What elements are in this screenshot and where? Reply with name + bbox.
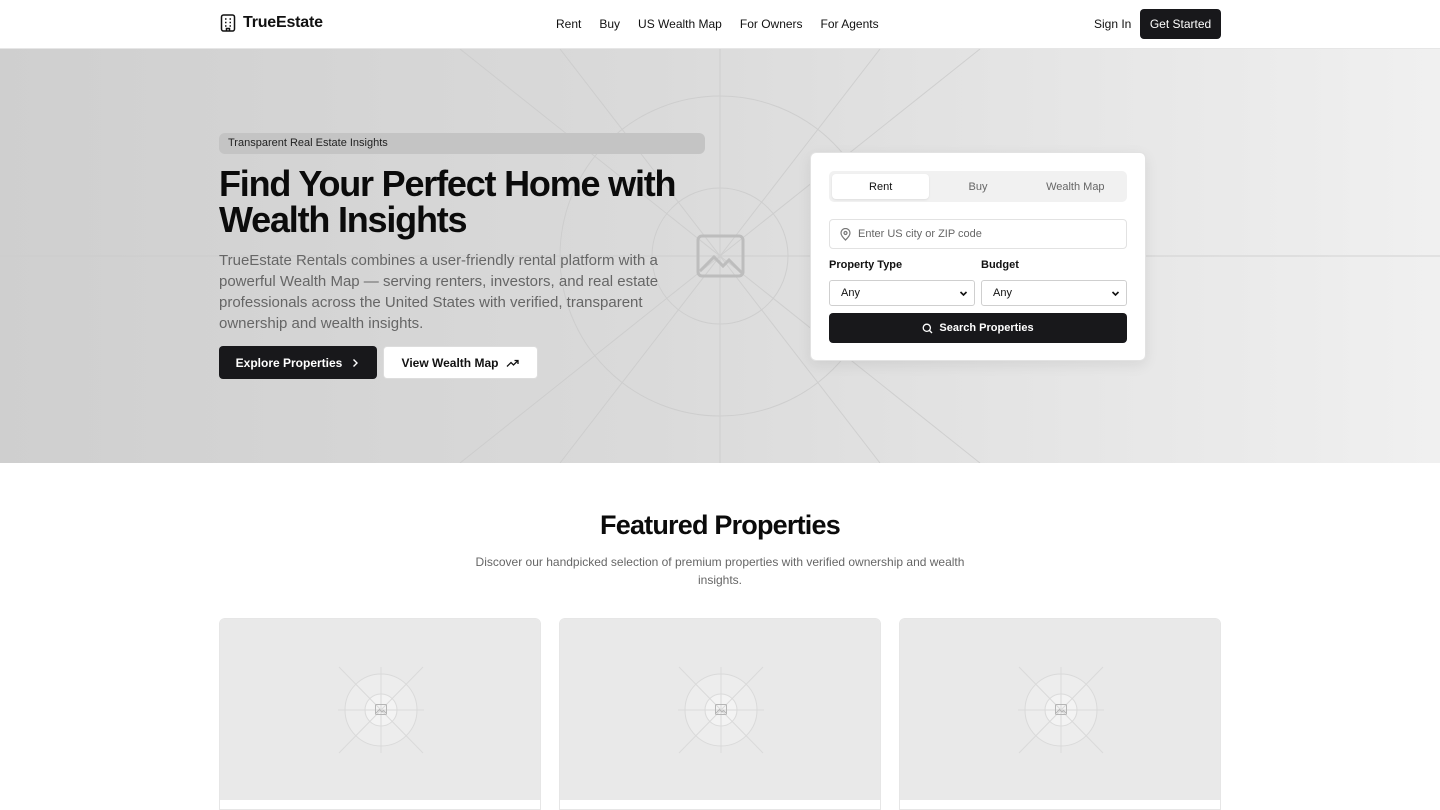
nav-us-wealth-map[interactable]: US Wealth Map [638, 17, 722, 31]
budget-select[interactable]: Any [981, 280, 1127, 306]
get-started-button[interactable]: Get Started [1140, 9, 1221, 39]
nav-for-owners[interactable]: For Owners [740, 17, 803, 31]
view-wealth-map-button[interactable]: View Wealth Map [383, 346, 538, 379]
property-card[interactable] [559, 618, 881, 810]
property-card[interactable] [219, 618, 541, 810]
explore-properties-button[interactable]: Explore Properties [219, 346, 377, 379]
property-type-label: Property Type [829, 259, 903, 271]
hero-title: Find Your Perfect Home with Wealth Insig… [219, 163, 677, 240]
hero-background-image [0, 49, 1440, 463]
tab-rent[interactable]: Rent [832, 174, 930, 199]
property-image-placeholder [560, 619, 880, 800]
property-search-card: Rent Buy Wealth Map Property Type Budget… [810, 152, 1146, 361]
chevron-right-icon [353, 358, 359, 367]
main-nav: Rent Buy US Wealth Map For Owners For Ag… [556, 17, 879, 31]
search-properties-button[interactable]: Search Properties [829, 313, 1127, 343]
hero-badge: Transparent Real Estate Insights [219, 133, 705, 154]
property-card[interactable] [899, 618, 1221, 810]
property-image-placeholder [900, 619, 1220, 800]
tab-wealth-map[interactable]: Wealth Map [1027, 174, 1124, 199]
search-tabs: Rent Buy Wealth Map [829, 171, 1127, 202]
site-header: TrueEstate Rent Buy US Wealth Map For Ow… [0, 0, 1440, 49]
budget-label: Budget [981, 259, 1019, 271]
tab-buy[interactable]: Buy [929, 174, 1026, 199]
property-image-placeholder [220, 619, 540, 800]
nav-rent[interactable]: Rent [556, 17, 581, 31]
property-type-select[interactable]: Any [829, 280, 975, 306]
search-icon [922, 323, 933, 333]
nav-for-agents[interactable]: For Agents [821, 17, 879, 31]
brand-name: TrueEstate [243, 14, 323, 31]
explore-button-label: Explore Properties [235, 355, 343, 370]
location-field[interactable] [829, 219, 1127, 249]
search-button-label: Search Properties [939, 322, 1034, 334]
chevron-down-icon [1111, 290, 1120, 296]
logo[interactable]: TrueEstate [220, 14, 323, 32]
featured-description: Discover our handpicked selection of pre… [475, 555, 965, 587]
hero-description: TrueEstate Rentals combines a user-frien… [219, 252, 659, 332]
location-input[interactable] [858, 228, 1118, 240]
budget-value: Any [993, 287, 1012, 299]
building-icon [220, 14, 236, 32]
chevron-down-icon [959, 290, 968, 296]
trending-up-icon [506, 359, 520, 367]
sign-in-link[interactable]: Sign In [1094, 17, 1131, 31]
featured-title: Featured Properties [600, 510, 841, 540]
hero-section: Transparent Real Estate Insights Find Yo… [0, 49, 1440, 463]
map-pin-icon [840, 227, 851, 241]
nav-buy[interactable]: Buy [599, 17, 620, 31]
wealth-button-label: View Wealth Map [401, 355, 499, 370]
property-type-value: Any [841, 287, 860, 299]
